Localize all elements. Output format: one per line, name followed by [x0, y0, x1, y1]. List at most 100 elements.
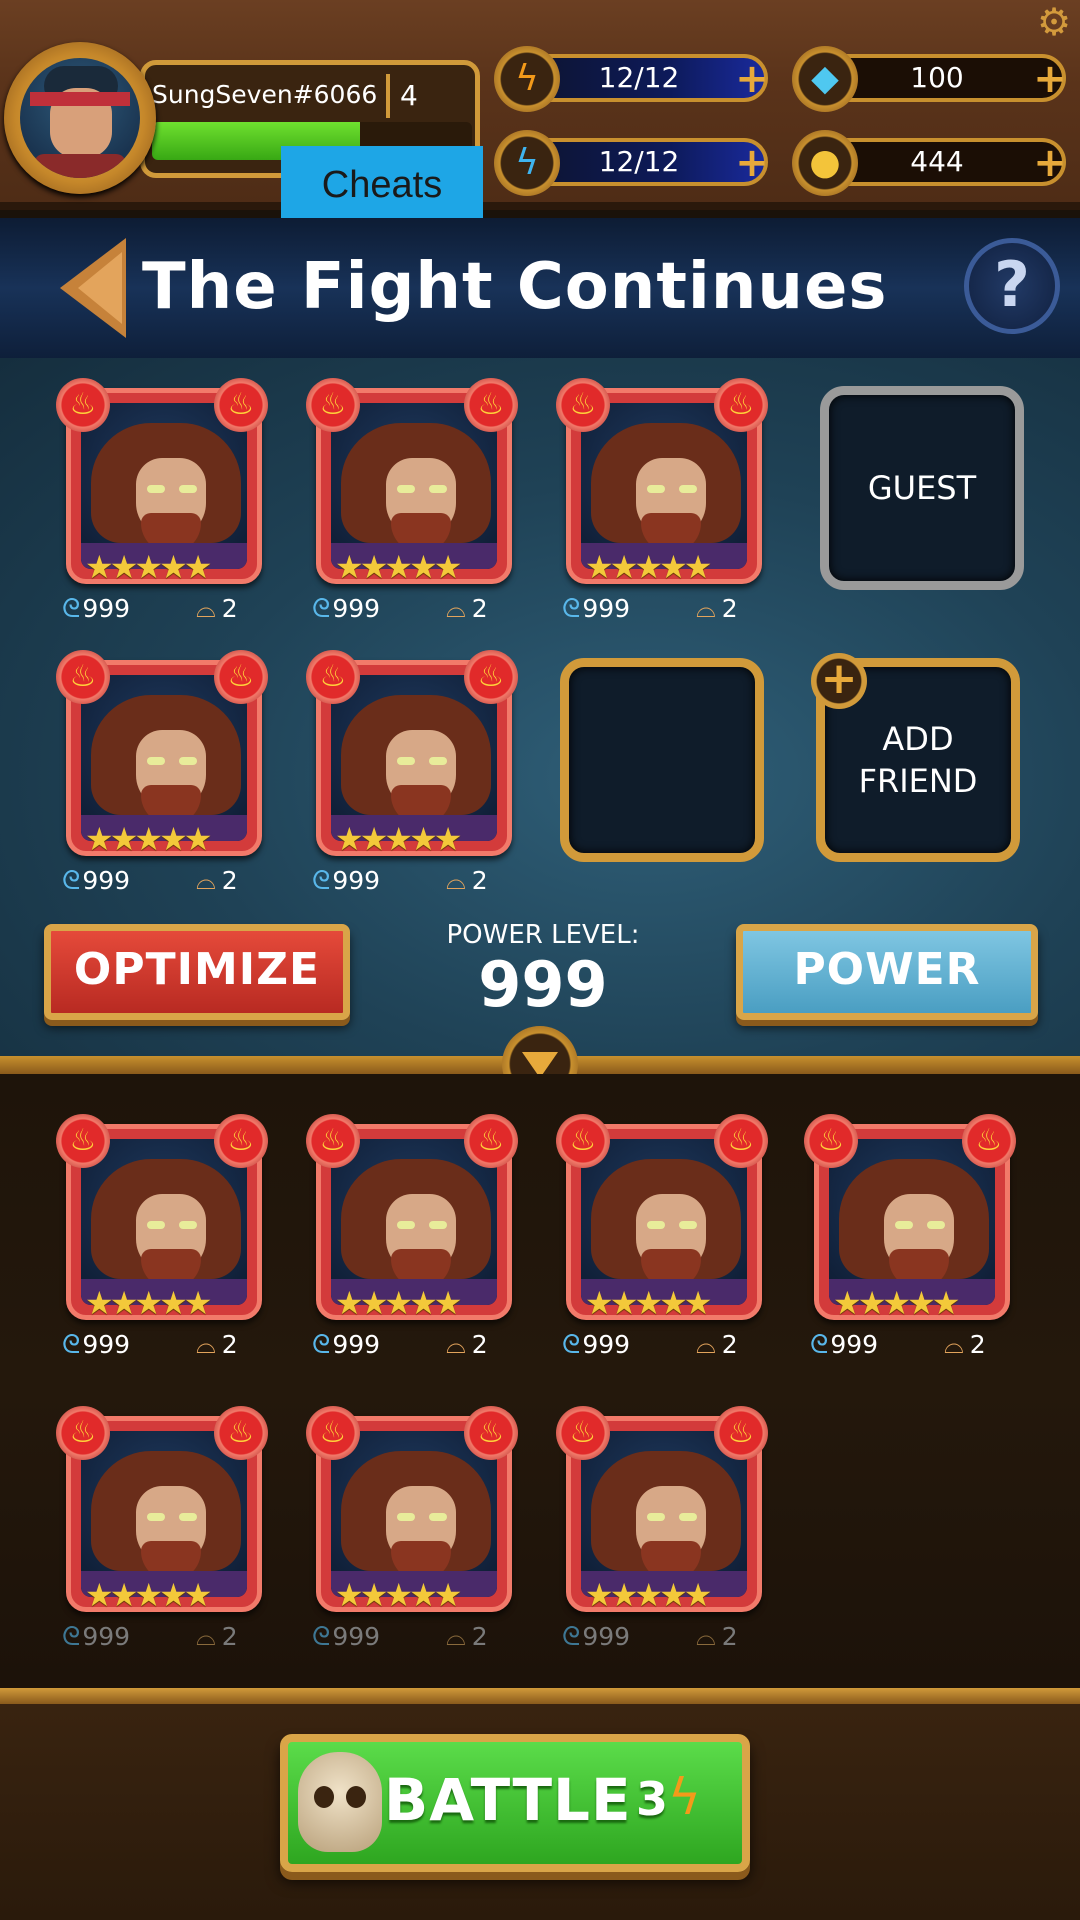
hero-power: 999 [82, 1330, 131, 1359]
hero-level: 2 [721, 594, 738, 623]
blue-lightning-icon: ϟ [494, 130, 560, 196]
hero-level: 2 [471, 1622, 488, 1651]
hero-power: 999 [830, 1330, 879, 1359]
level-helmet-icon: ⌓ [446, 866, 466, 895]
fire-element-icon: ♨ [306, 1114, 360, 1168]
hero-level: 2 [221, 1622, 238, 1651]
optimize-button[interactable]: OPTIMIZE [44, 924, 350, 1020]
fire-element-icon: ♨ [556, 1114, 610, 1168]
add-coins-button[interactable]: + [1030, 143, 1070, 183]
power-swirl-icon: ᘓ [312, 866, 331, 896]
hero-power: 999 [332, 594, 381, 623]
add-energy-blue-button[interactable]: + [732, 143, 772, 183]
hero-card[interactable]: ★★★★★ ♨ ♨ ᘓ999 ⌓ 2 [56, 378, 268, 628]
guest-slot[interactable]: GUEST [820, 386, 1024, 590]
energy-blue-value: 12/12 [598, 145, 680, 178]
cheats-button[interactable]: Cheats [281, 146, 483, 224]
hero-card[interactable]: ★★★★★ ♨ ♨ ᘓ999 ⌓ 2 [56, 1406, 268, 1656]
hero-level: 2 [721, 1622, 738, 1651]
hero-card[interactable]: ★★★★★ ♨ ♨ ᘓ999 ⌓ 2 [306, 1114, 518, 1364]
power-swirl-icon: ᘓ [62, 594, 81, 624]
star-rating-icon: ★★★★★ [335, 1284, 462, 1322]
level-helmet-icon: ⌓ [446, 1622, 466, 1651]
fire-element-icon: ♨ [56, 1406, 110, 1460]
hero-card[interactable]: ★★★★★ ♨ ♨ ᘓ999 ⌓ 2 [804, 1114, 1016, 1364]
fire-class-icon: ♨ [714, 378, 768, 432]
settings-gear-icon[interactable]: ⚙ [1034, 2, 1074, 42]
hero-portrait [581, 1431, 747, 1597]
battle-label: BATTLE [384, 1766, 632, 1834]
hero-power: 999 [82, 866, 131, 895]
level-helmet-icon: ⌓ [196, 866, 216, 895]
hero-level: 2 [969, 1330, 986, 1359]
fire-class-icon: ♨ [214, 1406, 268, 1460]
hero-level: 2 [221, 594, 238, 623]
hero-card[interactable]: ★★★★★ ♨ ♨ ᘓ999 ⌓ 2 [306, 378, 518, 628]
level-helmet-icon: ⌓ [696, 1330, 716, 1359]
hero-portrait [829, 1139, 995, 1305]
hero-power: 999 [332, 866, 381, 895]
power-swirl-icon: ᘓ [562, 1330, 581, 1360]
fire-element-icon: ♨ [556, 378, 610, 432]
star-rating-icon: ★★★★★ [833, 1284, 960, 1322]
avatar-portrait [20, 58, 140, 178]
empty-team-slot[interactable] [560, 658, 764, 862]
add-friend-slot[interactable]: + ADD FRIEND [811, 653, 1020, 862]
fire-element-icon: ♨ [56, 1114, 110, 1168]
hero-card[interactable]: ★★★★★ ♨ ♨ ᘓ999 ⌓ 2 [56, 650, 268, 900]
player-level: 4 [386, 74, 466, 118]
power-swirl-icon: ᘓ [312, 594, 331, 624]
fire-class-icon: ♨ [214, 1114, 268, 1168]
hero-level: 2 [471, 1330, 488, 1359]
star-rating-icon: ★★★★★ [85, 548, 212, 586]
star-rating-icon: ★★★★★ [585, 1284, 712, 1322]
power-swirl-icon: ᘓ [62, 1622, 81, 1652]
hero-power: 999 [582, 1330, 631, 1359]
star-rating-icon: ★★★★★ [335, 820, 462, 858]
hero-card[interactable]: ★★★★★ ♨ ♨ ᘓ999 ⌓ 2 [556, 1406, 768, 1656]
fire-element-icon: ♨ [306, 1406, 360, 1460]
star-rating-icon: ★★★★★ [585, 1576, 712, 1614]
fire-class-icon: ♨ [214, 650, 268, 704]
star-rating-icon: ★★★★★ [585, 548, 712, 586]
power-button[interactable]: POWER [736, 924, 1038, 1020]
hero-portrait [331, 403, 497, 569]
level-helmet-icon: ⌓ [196, 1330, 216, 1359]
star-rating-icon: ★★★★★ [335, 548, 462, 586]
fire-class-icon: ♨ [464, 650, 518, 704]
fire-class-icon: ♨ [464, 1114, 518, 1168]
add-friend-label-1: ADD [882, 720, 954, 758]
fire-element-icon: ♨ [306, 378, 360, 432]
game-screen: ⚙ SungSeven#6066 4 Cheats 12/12 ϟ + 12/1… [0, 0, 1080, 1920]
hero-portrait [81, 403, 247, 569]
hero-power: 999 [582, 1622, 631, 1651]
hero-power: 999 [82, 1622, 131, 1651]
gems-value: 100 [910, 61, 964, 94]
add-gems-button[interactable]: + [1030, 59, 1070, 99]
hero-level: 2 [221, 866, 238, 895]
add-energy-red-button[interactable]: + [732, 59, 772, 99]
power-level-value: 999 [478, 948, 608, 1021]
hero-portrait [331, 1139, 497, 1305]
hero-power: 999 [82, 594, 131, 623]
help-button[interactable]: ? [964, 238, 1060, 334]
hero-portrait [581, 403, 747, 569]
coin-icon: ● [792, 130, 858, 196]
hero-card[interactable]: ★★★★★ ♨ ♨ ᘓ999 ⌓ 2 [306, 650, 518, 900]
level-helmet-icon: ⌓ [196, 1622, 216, 1651]
hero-card[interactable]: ★★★★★ ♨ ♨ ᘓ999 ⌓ 2 [306, 1406, 518, 1656]
hero-level: 2 [471, 866, 488, 895]
energy-cost-icon: ϟ [668, 1768, 701, 1826]
hero-card[interactable]: ★★★★★ ♨ ♨ ᘓ999 ⌓ 2 [556, 378, 768, 628]
fire-element-icon: ♨ [804, 1114, 858, 1168]
hero-card[interactable]: ★★★★★ ♨ ♨ ᘓ999 ⌓ 2 [556, 1114, 768, 1364]
level-helmet-icon: ⌓ [196, 594, 216, 623]
star-rating-icon: ★★★★★ [85, 1284, 212, 1322]
hero-card[interactable]: ★★★★★ ♨ ♨ ᘓ999 ⌓ 2 [56, 1114, 268, 1364]
hero-portrait [331, 1431, 497, 1597]
player-avatar[interactable] [4, 42, 156, 194]
level-helmet-icon: ⌓ [944, 1330, 964, 1359]
energy-red-value: 12/12 [598, 61, 680, 94]
star-rating-icon: ★★★★★ [85, 1576, 212, 1614]
fire-element-icon: ♨ [56, 378, 110, 432]
